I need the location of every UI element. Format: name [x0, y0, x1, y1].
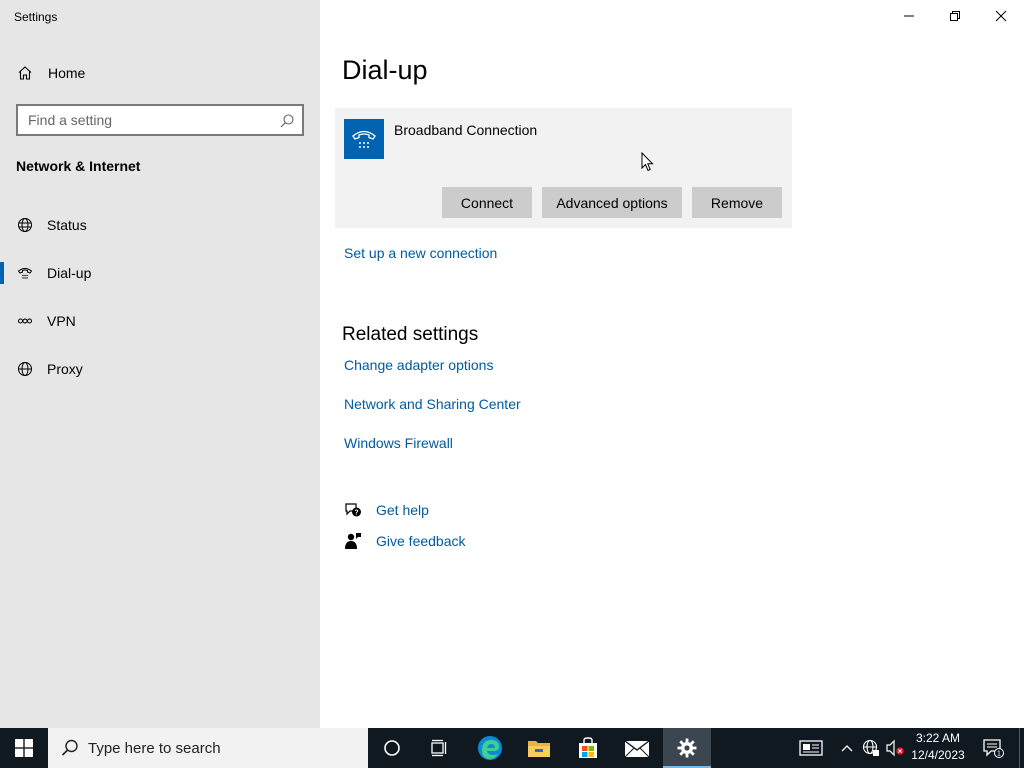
- globe-status-icon: [16, 216, 34, 234]
- task-view-button[interactable]: [416, 728, 464, 768]
- gear-icon: [677, 738, 697, 758]
- cortana-icon: [384, 740, 400, 756]
- setup-new-connection-link[interactable]: Set up a new connection: [344, 245, 497, 261]
- dialup-phone-icon: [16, 264, 34, 282]
- sidebar-item-status[interactable]: Status: [0, 205, 320, 245]
- volume-tray-button[interactable]: [884, 728, 906, 768]
- nav-section-title: Network & Internet: [16, 158, 141, 174]
- taskbar: Type here to search 3:22 AM 12/4/2023 1: [0, 728, 1024, 768]
- home-icon: [16, 64, 34, 82]
- show-hidden-icons-button[interactable]: [838, 728, 856, 768]
- sidebar-item-label: Proxy: [47, 361, 83, 377]
- search-icon: [61, 739, 78, 756]
- change-adapter-options-link[interactable]: Change adapter options: [344, 357, 493, 373]
- mail-icon: [624, 740, 650, 758]
- connection-item[interactable]: Broadband Connection Connect Advanced op…: [335, 108, 792, 228]
- get-help-link[interactable]: ? Get help: [344, 501, 429, 519]
- related-settings-heading: Related settings: [342, 324, 479, 345]
- network-tray-button[interactable]: [860, 728, 882, 768]
- close-button[interactable]: [978, 0, 1024, 32]
- mail-taskbar-button[interactable]: [613, 728, 661, 768]
- show-desktop-button[interactable]: [1019, 728, 1024, 768]
- sidebar-item-label: Status: [47, 217, 87, 233]
- news-icon: [799, 740, 823, 756]
- store-icon: [579, 737, 597, 758]
- network-globe-icon: [862, 739, 879, 756]
- store-taskbar-button[interactable]: [564, 728, 612, 768]
- edge-icon: [478, 736, 502, 760]
- telephone-icon: [344, 119, 384, 159]
- give-feedback-link[interactable]: Give feedback: [344, 532, 466, 550]
- settings-taskbar-button[interactable]: [663, 728, 711, 768]
- connect-button[interactable]: Connect: [442, 187, 532, 218]
- chevron-up-icon: [841, 745, 853, 752]
- mouse-cursor-icon: [641, 152, 654, 172]
- sidebar-item-label: Dial-up: [47, 265, 92, 281]
- get-help-label: Get help: [376, 502, 429, 518]
- settings-search-field[interactable]: [16, 104, 304, 136]
- window-title: Settings: [14, 10, 58, 24]
- sidebar-item-dialup[interactable]: Dial-up: [0, 253, 320, 293]
- windows-logo-icon: [15, 739, 33, 757]
- nav-home-label: Home: [48, 65, 86, 81]
- connection-name: Broadband Connection: [394, 122, 538, 138]
- restore-button[interactable]: [932, 0, 978, 32]
- windows-firewall-link[interactable]: Windows Firewall: [344, 435, 453, 451]
- restore-icon: [950, 11, 960, 21]
- navigation-pane: Settings Home Network & Internet Status …: [0, 0, 320, 728]
- close-icon: [995, 10, 1007, 22]
- svg-text:?: ?: [354, 510, 358, 517]
- clock-date: 12/4/2023: [911, 748, 965, 762]
- settings-search-input[interactable]: [18, 106, 268, 134]
- page-title: Dial-up: [342, 55, 428, 85]
- action-center-button[interactable]: 1: [980, 728, 1006, 768]
- minimize-button[interactable]: [886, 0, 932, 32]
- give-feedback-label: Give feedback: [376, 533, 466, 549]
- notification-count: 1: [997, 751, 1001, 758]
- sidebar-item-proxy[interactable]: Proxy: [0, 349, 320, 389]
- taskbar-clock[interactable]: 3:22 AM 12/4/2023: [906, 730, 970, 766]
- advanced-options-button[interactable]: Advanced options: [542, 187, 682, 218]
- minimize-icon: [904, 15, 914, 17]
- network-sharing-center-link[interactable]: Network and Sharing Center: [344, 396, 521, 412]
- vpn-icon: [16, 312, 34, 330]
- help-chat-icon: ?: [344, 501, 362, 519]
- volume-muted-icon: [886, 739, 904, 757]
- search-icon[interactable]: [279, 113, 295, 129]
- feedback-person-icon: [344, 532, 362, 550]
- folder-icon: [528, 741, 550, 757]
- sidebar-item-vpn[interactable]: VPN: [0, 301, 320, 341]
- nav-home[interactable]: Home: [0, 53, 320, 93]
- news-widget-button[interactable]: [797, 728, 825, 768]
- remove-button[interactable]: Remove: [692, 187, 782, 218]
- file-explorer-taskbar-button[interactable]: [515, 728, 563, 768]
- taskbar-search-box[interactable]: Type here to search: [48, 728, 368, 768]
- start-button[interactable]: [0, 728, 48, 768]
- task-view-icon: [431, 739, 447, 757]
- edge-taskbar-button[interactable]: [466, 728, 514, 768]
- clock-time: 3:22 AM: [915, 731, 961, 745]
- taskbar-search-placeholder: Type here to search: [88, 739, 221, 757]
- cortana-button[interactable]: [368, 728, 416, 768]
- notification-icon: 1: [983, 739, 1004, 758]
- sidebar-item-label: VPN: [47, 313, 76, 329]
- globe-icon: [16, 360, 34, 378]
